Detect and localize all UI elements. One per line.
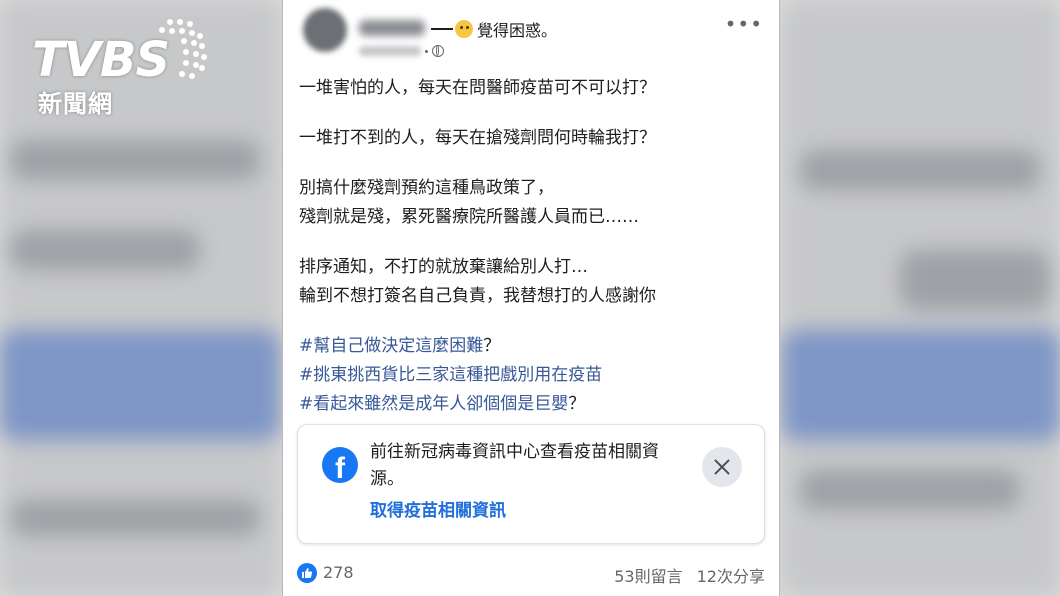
tvbs-subtitle: 新聞網 — [38, 90, 113, 118]
post-footer: 278 53則留言 12次分享 — [297, 562, 765, 586]
hashtag-line: #幫自己做決定這麼困難？ — [299, 332, 759, 361]
share-count[interactable]: 12次分享 — [697, 567, 765, 586]
post-card: 覺得困惑。 ••• 一堆害怕的人，每天在問醫師疫苗可不可以打？ 一堆打不到的人，… — [282, 0, 780, 596]
hashtag-line: #看起來雖然是成年人卻個個是巨嬰？ — [299, 390, 759, 419]
avatar[interactable] — [303, 8, 347, 52]
post-line: 輪到不想打簽名自己負責，我替想打的人感謝你 — [299, 286, 656, 306]
hashtag-suffix: ？ — [568, 394, 586, 414]
timestamp-blurred[interactable] — [359, 46, 421, 56]
more-options-button[interactable]: ••• — [725, 14, 763, 34]
hashtag-line: #挑東挑西貨比三家這種把戲別用在疫苗 — [299, 361, 759, 390]
confused-emoji-icon — [455, 20, 473, 38]
background-blur-row — [800, 150, 1040, 190]
background-blur-row — [10, 140, 260, 180]
vaccine-info-link[interactable]: 取得疫苗相關資訊 — [370, 497, 506, 525]
author-name-blurred[interactable] — [359, 20, 425, 36]
post-line: 一堆害怕的人，每天在問醫師疫苗可不可以打？ — [299, 78, 656, 98]
post-line: 排序通知，不打的就放棄讓給別人打… — [299, 257, 588, 277]
like-reaction-icon[interactable] — [297, 563, 317, 583]
engagement-counts: 53則留言 12次分享 — [614, 563, 765, 587]
globe-icon[interactable] — [432, 45, 444, 57]
facebook-logo-icon: f — [322, 447, 358, 483]
thumbs-up-icon — [302, 568, 313, 578]
feeling-text: 覺得困惑。 — [477, 21, 558, 40]
post-line: 殘劑就是殘，累死醫療院所醫護人員而已…… — [299, 207, 639, 227]
hashtag-suffix: ？ — [483, 336, 501, 356]
vaccine-info-box: f 前往新冠病毒資訊中心查看疫苗相關資源。 取得疫苗相關資訊 — [297, 424, 765, 544]
background-blur-row — [782, 330, 1060, 440]
background-blur-row — [800, 470, 1020, 510]
post-line: 別搞什麼殘劑預約這種鳥政策了， — [299, 178, 554, 198]
reaction-count[interactable]: 278 — [323, 563, 354, 582]
post-line: 一堆打不到的人，每天在搶殘劑問何時輪我打？ — [299, 128, 656, 148]
comment-count[interactable]: 53則留言 — [614, 567, 682, 586]
hashtag-link[interactable]: #看起來雖然是成年人卻個個是巨嬰 — [299, 394, 568, 414]
separator-dot — [425, 49, 428, 53]
dash-mark — [431, 28, 453, 30]
hashtag-link[interactable]: #幫自己做決定這麼困難 — [299, 336, 483, 356]
tvbs-brand: TVBS — [32, 32, 170, 88]
background-blur-row — [0, 330, 280, 440]
post-meta — [359, 44, 459, 58]
tvbs-logo: TVBS 新聞網 — [22, 14, 222, 124]
post-body: 一堆害怕的人，每天在問醫師疫苗可不可以打？ 一堆打不到的人，每天在搶殘劑問何時輪… — [299, 74, 759, 419]
info-text: 前往新冠病毒資訊中心查看疫苗相關資源。 — [370, 442, 659, 489]
background-blur-row — [900, 250, 1050, 310]
feeling-status: 覺得困惑。 — [431, 17, 557, 41]
background-blur-row — [10, 230, 200, 270]
hashtag-link[interactable]: #挑東挑西貨比三家這種把戲別用在疫苗 — [299, 365, 602, 385]
close-button[interactable] — [702, 447, 742, 487]
background-blur-row — [10, 500, 260, 536]
